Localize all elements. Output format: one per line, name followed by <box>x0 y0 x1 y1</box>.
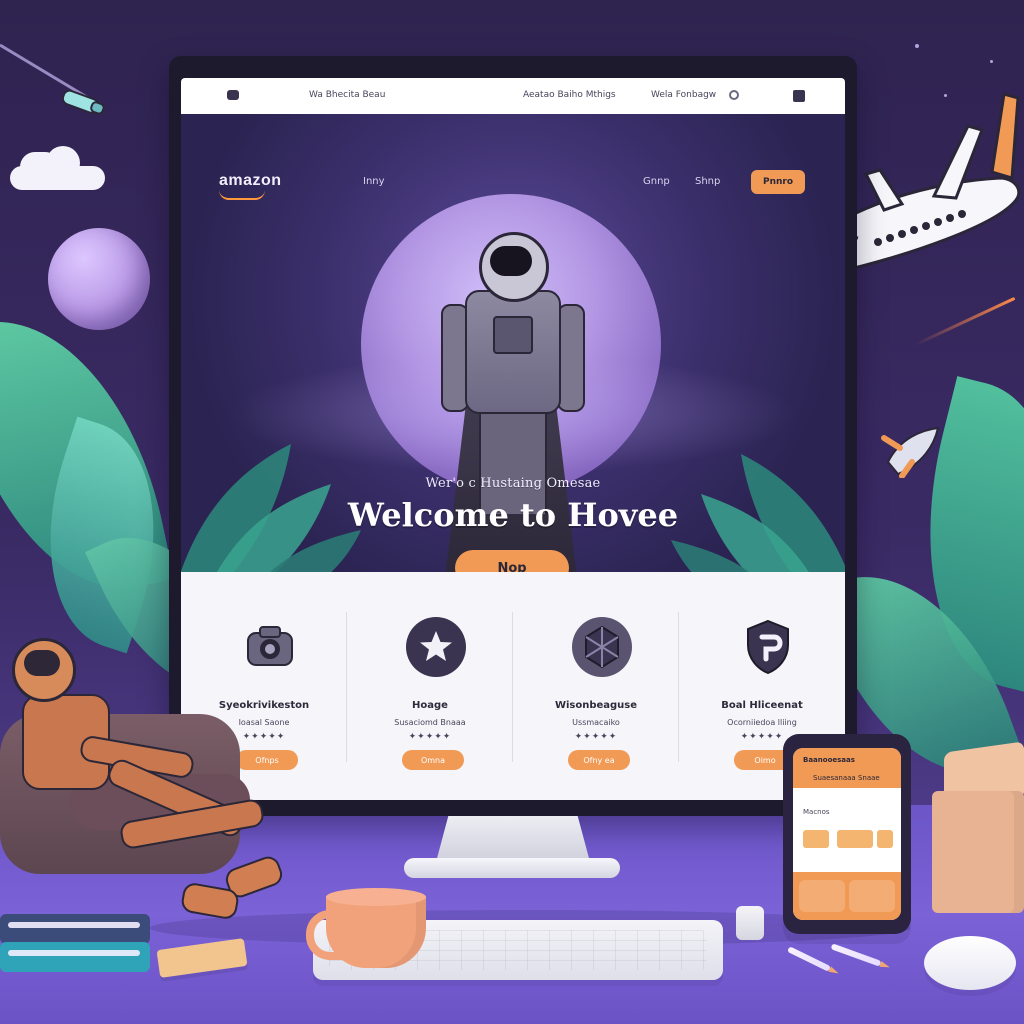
browser-link[interactable]: Aeatao Baiho Mthigs <box>523 90 616 100</box>
coffee-mug <box>306 888 438 970</box>
feature-stars: ✦✦✦✦✦ <box>574 732 618 742</box>
home-icon[interactable] <box>227 90 239 100</box>
rocket-icon <box>878 418 946 479</box>
gem-icon <box>567 612 637 682</box>
phone-header-title: Baanooesaas <box>803 756 855 764</box>
header-button[interactable]: Pnnro <box>751 170 805 194</box>
logo-smile-icon <box>219 190 265 200</box>
site-nav-item[interactable]: Shnp <box>695 176 720 187</box>
bag-icon[interactable] <box>793 90 805 102</box>
shield-icon <box>733 612 803 682</box>
site-nav-item[interactable]: Gnnp <box>643 176 670 187</box>
browser-link[interactable]: Wa Bhecita Beau <box>309 90 385 100</box>
phone-item[interactable] <box>837 830 873 848</box>
feature-title: Boal Hliceenat <box>721 700 803 711</box>
background-moon <box>48 228 150 330</box>
feature-subtitle: Ocorniiedoa lliing <box>727 718 797 727</box>
feature-stars: ✦✦✦✦✦ <box>408 732 452 742</box>
astronaut-sitting-illustration <box>0 634 302 924</box>
feature-button[interactable]: Ofny ea <box>568 750 630 770</box>
monitor-stand-base <box>404 858 620 878</box>
phone-header: Baanooesaas Suaesanaaa Snaae <box>793 748 901 788</box>
background-star <box>915 44 919 48</box>
feature-subtitle: Ussmacaiko <box>572 718 620 727</box>
background-star <box>990 60 993 63</box>
feature-card: Hoage Susaciomd Bnaaa ✦✦✦✦✦ Omna <box>347 572 513 800</box>
books-illustration <box>0 900 150 982</box>
cup-illustration <box>736 906 764 940</box>
phone-section-label: Macnos <box>803 808 830 816</box>
feature-title: Hoage <box>412 700 448 711</box>
phone-item[interactable] <box>877 830 893 848</box>
phone-item[interactable] <box>803 830 829 848</box>
hero-title: Welcome to Hovee <box>347 496 679 534</box>
site-nav-item[interactable]: Inny <box>363 176 385 187</box>
mouse[interactable] <box>924 936 1016 990</box>
monitor-stand-neck <box>436 816 590 862</box>
site-logo[interactable]: amazon <box>219 172 282 200</box>
phone-bottom-bar <box>793 872 901 920</box>
phone-bottom-button[interactable] <box>849 880 895 912</box>
cloud-illustration <box>0 146 110 192</box>
rocket-illustration <box>0 35 120 115</box>
phone-bottom-button[interactable] <box>799 880 845 912</box>
browser-toolbar: Wa Bhecita Beau Aeatao Baiho Mthigs Wela… <box>181 78 845 115</box>
search-icon[interactable] <box>729 90 739 100</box>
feature-title: Wisonbeaguse <box>554 700 638 711</box>
feature-card: Wisonbeaguse Ussmacaiko ✦✦✦✦✦ Ofny ea <box>513 572 679 800</box>
hero-section: amazon Inny Gnnp Shnp Pnnro Wer'o c Hust… <box>181 114 845 614</box>
hero-kicker: Wer'o c Hustaing Omesae <box>425 476 601 491</box>
package-box <box>932 741 1024 913</box>
browser-link[interactable]: Wela Fonbagw <box>651 90 716 100</box>
star-icon <box>401 612 471 682</box>
phone-screen: Baanooesaas Suaesanaaa Snaae Macnos <box>793 748 901 920</box>
phone-device: Baanooesaas Suaesanaaa Snaae Macnos <box>783 734 911 934</box>
feature-button[interactable]: Omna <box>402 750 464 770</box>
phone-header-subtitle: Suaesanaaa Snaae <box>813 774 880 782</box>
feature-subtitle: Susaciomd Bnaaa <box>394 718 466 727</box>
meteor-streak <box>914 296 1016 347</box>
